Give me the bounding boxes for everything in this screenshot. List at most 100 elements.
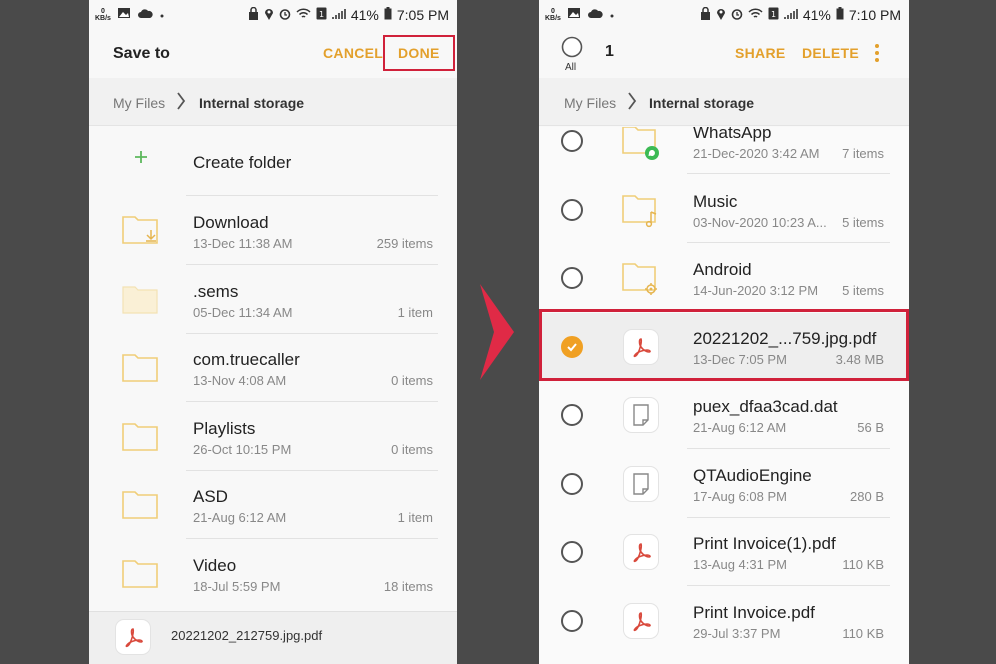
list-item[interactable]: puex_dfaa3cad.dat 21-Aug 6:12 AM 56 B bbox=[539, 381, 909, 450]
folder-icon bbox=[121, 488, 159, 525]
item-checkbox[interactable] bbox=[561, 541, 583, 563]
list-item[interactable]: QTAudioEngine 17-Aug 6:08 PM 280 B bbox=[539, 450, 909, 519]
arrow-right-icon bbox=[478, 284, 516, 385]
list-item[interactable]: Music 03-Nov-2020 10:23 A... 5 items bbox=[539, 176, 909, 245]
item-checkbox[interactable] bbox=[561, 130, 583, 152]
folder-icon bbox=[121, 351, 159, 388]
folder-date: 21-Aug 6:12 AM bbox=[193, 510, 287, 525]
breadcrumb-my-files[interactable]: My Files bbox=[564, 95, 616, 111]
file-name: QTAudioEngine bbox=[693, 465, 812, 485]
network-speed: 0 KB/s bbox=[545, 7, 561, 22]
item-checkbox[interactable] bbox=[561, 404, 583, 426]
signal-icon bbox=[784, 8, 798, 23]
pdf-icon bbox=[623, 602, 659, 639]
breadcrumb-my-files[interactable]: My Files bbox=[113, 95, 165, 111]
breadcrumb-internal-storage: Internal storage bbox=[199, 95, 305, 111]
folder-date: 13-Dec 11:38 AM bbox=[193, 236, 293, 251]
folder-date: 18-Jul 5:59 PM bbox=[193, 578, 281, 594]
list-item[interactable]: Print Invoice.pdf 29-Jul 3:37 PM 110 KB bbox=[539, 587, 909, 656]
clock: 7:05 PM bbox=[396, 7, 449, 23]
location-icon bbox=[264, 7, 274, 23]
folder-name: .sems bbox=[193, 281, 239, 301]
select-all-label: All bbox=[565, 62, 577, 73]
share-button[interactable]: SHARE bbox=[735, 45, 786, 61]
folder-count: 259 items bbox=[376, 236, 433, 251]
folder-name: Playlists bbox=[193, 418, 256, 438]
file-name: WhatsApp bbox=[693, 127, 772, 142]
status-bar: 0 KB/s 1 41% 7:05 PM bbox=[89, 0, 457, 34]
folder-count: 1 item bbox=[397, 510, 433, 525]
highlight-box bbox=[539, 309, 909, 381]
folder-icon bbox=[121, 557, 159, 594]
list-item[interactable]: ASD 21-Aug 6:12 AM 1 item bbox=[89, 470, 457, 539]
svg-text:1: 1 bbox=[319, 10, 324, 19]
select-all-checkbox[interactable] bbox=[561, 36, 583, 63]
dot-icon bbox=[609, 7, 615, 22]
create-folder-row[interactable]: Create folder bbox=[89, 127, 457, 196]
item-checkbox[interactable] bbox=[561, 198, 583, 221]
file-size: 56 B bbox=[857, 420, 884, 435]
file-size: 110 KB bbox=[842, 557, 884, 572]
dot-icon bbox=[159, 7, 165, 22]
breadcrumb: My Files Internal storage bbox=[89, 78, 457, 126]
alarm-icon bbox=[731, 8, 743, 23]
file-name: puex_dfaa3cad.dat bbox=[693, 397, 838, 416]
breadcrumb: My Files Internal storage bbox=[539, 78, 909, 126]
folder-count: 18 items bbox=[383, 578, 433, 594]
item-checkbox[interactable] bbox=[561, 609, 583, 632]
file-name: 20221202_212759.jpg.pdf bbox=[171, 628, 323, 643]
file-icon bbox=[623, 465, 659, 502]
cancel-button[interactable]: CANCEL bbox=[323, 45, 383, 61]
page-title: Save to bbox=[113, 45, 170, 62]
list-item[interactable]: Print Invoice(1).pdf 13-Aug 4:31 PM 110 … bbox=[539, 518, 909, 587]
file-name: Android bbox=[693, 260, 752, 279]
sim-icon: 1 bbox=[768, 7, 779, 23]
list-item[interactable]: WhatsApp 21-Dec-2020 3:42 AM 7 items bbox=[539, 127, 909, 176]
left-phone-screen: 0 KB/s 1 41% 7:05 PM Save to CANCEL DONE … bbox=[89, 0, 457, 664]
file-date: 17-Aug 6:08 PM bbox=[693, 488, 787, 504]
network-speed: 0 KB/s bbox=[95, 7, 111, 22]
hidden-folder-icon bbox=[121, 283, 159, 320]
settings-folder-icon bbox=[621, 260, 661, 303]
whatsapp-folder-icon bbox=[621, 127, 661, 166]
breadcrumb-internal-storage: Internal storage bbox=[649, 95, 755, 111]
status-bar: 0 KB/s 1 41% 7:10 PM bbox=[539, 0, 909, 34]
list-item[interactable]: Video 18-Jul 5:59 PM 18 items bbox=[89, 539, 457, 608]
music-folder-icon bbox=[621, 192, 661, 235]
signal-icon bbox=[332, 8, 346, 23]
folder-date: 13-Nov 4:08 AM bbox=[193, 373, 287, 388]
pdf-icon bbox=[623, 534, 659, 570]
more-options-icon[interactable] bbox=[874, 43, 880, 68]
battery-percent: 41% bbox=[802, 7, 831, 23]
delete-button[interactable]: DELETE bbox=[802, 45, 859, 61]
file-date: 21-Dec-2020 3:42 AM bbox=[693, 146, 820, 161]
list-item[interactable]: Playlists 26-Oct 10:15 PM 0 items bbox=[89, 402, 457, 471]
cloud-icon bbox=[587, 7, 603, 22]
wifi-icon bbox=[748, 7, 763, 23]
list-item[interactable]: Android 14-Jun-2020 3:12 PM 5 items bbox=[539, 244, 909, 313]
folder-name: ASD bbox=[193, 487, 228, 506]
list-item[interactable]: .sems 05-Dec 11:34 AM 1 item bbox=[89, 265, 457, 334]
folder-count: 0 items bbox=[391, 373, 433, 388]
folder-name: Video bbox=[193, 555, 237, 575]
folder-count: 0 items bbox=[391, 441, 433, 457]
location-icon bbox=[716, 7, 726, 23]
svg-text:1: 1 bbox=[771, 10, 776, 19]
item-checkbox[interactable] bbox=[561, 472, 583, 495]
list-item[interactable]: Download 13-Dec 11:38 AM 259 items bbox=[89, 196, 457, 265]
list-item[interactable]: com.truecaller 13-Nov 4:08 AM 0 items bbox=[89, 333, 457, 402]
folder-date: 05-Dec 11:34 AM bbox=[193, 304, 293, 320]
file-count: 5 items bbox=[842, 283, 884, 298]
chevron-right-icon bbox=[176, 91, 186, 114]
file-count: 5 items bbox=[842, 214, 884, 230]
file-count: 7 items bbox=[842, 146, 884, 161]
item-checkbox[interactable] bbox=[561, 267, 583, 289]
file-date: 13-Aug 4:31 PM bbox=[693, 557, 787, 572]
lock-icon bbox=[700, 6, 711, 23]
sim-icon: 1 bbox=[316, 7, 327, 23]
alarm-icon bbox=[279, 8, 291, 23]
cloud-icon bbox=[137, 7, 153, 22]
file-icon bbox=[623, 397, 659, 433]
folder-name: Download bbox=[193, 213, 269, 232]
folder-icon bbox=[121, 420, 159, 457]
